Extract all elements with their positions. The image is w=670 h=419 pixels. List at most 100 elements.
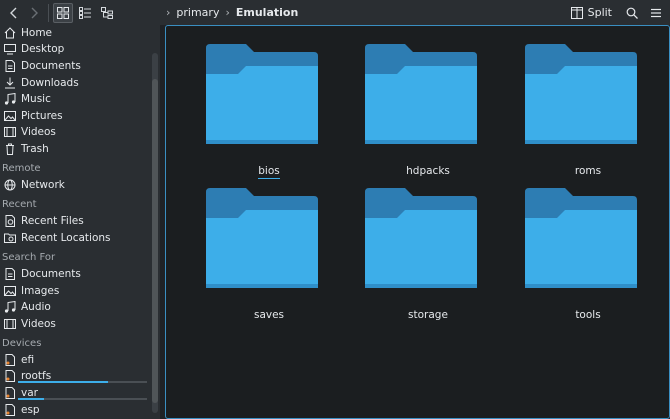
remote-section-header: Remote	[2, 163, 41, 174]
hamburger-menu-icon	[651, 8, 661, 17]
folder-item[interactable]: hdpacks	[335, 44, 477, 184]
folder-icon	[365, 44, 477, 144]
details-view-icon	[79, 6, 91, 19]
sidebar-item-label: Videos	[21, 126, 56, 138]
sidebar-item-recent-files[interactable]: Recent Files	[0, 213, 150, 229]
tree-view-icon	[101, 6, 113, 19]
sidebar-item-trash[interactable]: Trash	[0, 141, 150, 157]
sidebar-item-label: efi	[21, 354, 35, 366]
tree-view-button[interactable]	[97, 3, 117, 23]
toolbar-divider	[48, 3, 49, 22]
breadcrumb-primary[interactable]: primary	[176, 6, 219, 19]
sidebar-item-documents[interactable]: Documents	[0, 58, 150, 74]
document-icon	[3, 59, 17, 73]
sidebar-item-music[interactable]: Music	[0, 91, 150, 107]
sidebar-item-label: Videos	[21, 318, 56, 330]
rootfs-capacity-bar	[18, 381, 147, 383]
picture-icon	[3, 109, 17, 123]
sidebar-item-search-videos[interactable]: Videos	[0, 316, 150, 332]
var-capacity-fill	[18, 398, 44, 400]
sidebar-item-network[interactable]: Network	[0, 177, 150, 193]
sidebar-item-label: Documents	[21, 60, 81, 72]
sidebar-item-pictures[interactable]: Pictures	[0, 108, 150, 124]
sidebar-item-label: Pictures	[21, 110, 63, 122]
trash-icon	[3, 142, 17, 156]
drive-icon	[3, 386, 17, 400]
folder-name: hdpacks	[406, 165, 450, 177]
sidebar-item-label: Recent Locations	[21, 232, 111, 244]
search-button[interactable]	[622, 3, 642, 23]
drive-icon	[3, 369, 17, 383]
sidebar-item-videos[interactable]: Videos	[0, 124, 150, 140]
sidebar-item-downloads[interactable]: Downloads	[0, 75, 150, 91]
drive-icon	[3, 403, 17, 417]
sidebar-item-label: Trash	[21, 143, 49, 155]
back-button[interactable]	[4, 3, 24, 23]
sidebar-item-search-images[interactable]: Images	[0, 283, 150, 299]
sidebar-item-label: Audio	[21, 301, 51, 313]
sidebar-scroll-thumb[interactable]	[152, 79, 158, 403]
sidebar-item-label: Recent Files	[21, 215, 84, 227]
breadcrumb-separator: ›	[225, 6, 230, 19]
music-icon	[3, 92, 17, 106]
folder-name: tools	[575, 309, 601, 321]
folder-item[interactable]: bios	[176, 44, 318, 184]
folder-item[interactable]: tools	[495, 188, 637, 328]
folder-name: storage	[408, 309, 448, 321]
file-view[interactable]: bios hdpacks roms saves storage tools	[165, 25, 670, 419]
toolbar: › primary › Emulation Split	[0, 0, 670, 25]
image-icon	[3, 284, 17, 298]
breadcrumb-emulation[interactable]: Emulation	[236, 6, 298, 19]
chevron-left-icon	[10, 7, 17, 18]
rootfs-capacity-fill	[18, 381, 109, 383]
search-icon	[626, 7, 638, 19]
download-icon	[3, 76, 17, 90]
folder-icon	[525, 44, 637, 144]
sidebar-scrollbar[interactable]	[152, 53, 158, 413]
sidebar-item-label: Documents	[21, 268, 81, 280]
folder-item[interactable]: saves	[176, 188, 318, 328]
sidebar-item-label: Home	[21, 27, 53, 39]
sidebar-item-label: Network	[21, 179, 65, 191]
sidebar-item-label: Images	[21, 285, 60, 297]
sidebar-item-desktop[interactable]: Desktop	[0, 41, 150, 57]
forward-button[interactable]	[24, 3, 44, 23]
folder-icon	[365, 188, 477, 288]
video-icon	[3, 317, 17, 331]
document-icon	[3, 267, 17, 281]
icons-view-button[interactable]	[53, 2, 73, 23]
drive-icon	[3, 353, 17, 367]
folder-item[interactable]: storage	[335, 188, 477, 328]
sidebar-item-recent-locations[interactable]: Recent Locations	[0, 230, 150, 246]
sidebar-item-search-documents[interactable]: Documents	[0, 266, 150, 282]
sidebar-item-efi[interactable]: efi	[0, 352, 150, 368]
toolbar-right: Split	[570, 0, 670, 25]
home-icon	[3, 26, 17, 40]
video-icon	[3, 125, 17, 139]
folder-icon	[525, 188, 637, 288]
folder-icon	[206, 44, 318, 144]
breadcrumb: › primary › Emulation	[166, 0, 298, 25]
menu-button[interactable]	[646, 3, 666, 23]
sidebar-item-label: Downloads	[21, 77, 79, 89]
places-sidebar: Home Desktop Documents Downloads Music P…	[0, 25, 160, 419]
sidebar-item-label: Desktop	[21, 43, 65, 55]
sidebar-item-esp[interactable]: esp	[0, 402, 150, 418]
details-view-button[interactable]	[75, 3, 95, 23]
recent-files-icon	[3, 214, 17, 228]
folder-icon	[206, 188, 318, 288]
audio-icon	[3, 300, 17, 314]
sidebar-item-label: Music	[21, 93, 51, 105]
split-view-icon	[570, 6, 583, 19]
folder-item[interactable]: roms	[495, 44, 637, 184]
sidebar-item-search-audio[interactable]: Audio	[0, 299, 150, 315]
split-button[interactable]: Split	[570, 6, 612, 19]
recent-locations-icon	[3, 231, 17, 245]
search-section-header: Search For	[2, 252, 56, 263]
sidebar-item-home[interactable]: Home	[0, 25, 150, 41]
split-label: Split	[587, 6, 612, 19]
chevron-right-icon	[31, 7, 38, 18]
var-capacity-bar	[18, 398, 147, 400]
breadcrumb-separator: ›	[166, 6, 171, 19]
icons-view-icon	[57, 6, 69, 19]
